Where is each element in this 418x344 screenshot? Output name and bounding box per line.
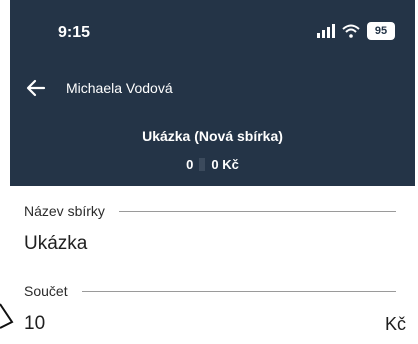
currency-label: Kč bbox=[384, 313, 406, 334]
collection-name-field[interactable]: Název sbírky Ukázka bbox=[24, 203, 418, 255]
back-arrow-icon[interactable] bbox=[24, 76, 48, 100]
sum-field[interactable]: Součet 10 Kč bbox=[24, 283, 418, 335]
app-bar: Michaela Vodová bbox=[10, 70, 415, 106]
total-amount: 0 Kč bbox=[211, 157, 239, 172]
sum-value[interactable]: 10 bbox=[24, 313, 45, 335]
summary-separator bbox=[199, 158, 206, 171]
collection-name-label: Název sbírky bbox=[24, 203, 105, 219]
item-count: 0 bbox=[186, 157, 194, 172]
wifi-icon bbox=[342, 24, 360, 38]
battery-icon: 95 bbox=[367, 22, 395, 40]
collection-title: Ukázka (Nová sbírka) bbox=[142, 128, 283, 144]
collection-name-value[interactable]: Ukázka bbox=[24, 233, 418, 255]
app-bar-title: Michaela Vodová bbox=[66, 80, 173, 96]
field-divider bbox=[81, 290, 396, 292]
collection-summary: 0 0 Kč bbox=[10, 157, 415, 172]
header-panel: 9:15 95 Michaela Vodová Ukázka (Nová sbí… bbox=[10, 0, 415, 186]
signal-icon bbox=[317, 24, 335, 38]
status-bar: 9:15 95 bbox=[10, 0, 415, 64]
field-divider bbox=[118, 210, 396, 212]
annotation-arrow-icon bbox=[0, 303, 14, 329]
sum-label: Součet bbox=[24, 283, 68, 299]
status-time: 9:15 bbox=[58, 24, 91, 41]
status-icons: 95 bbox=[317, 22, 395, 40]
